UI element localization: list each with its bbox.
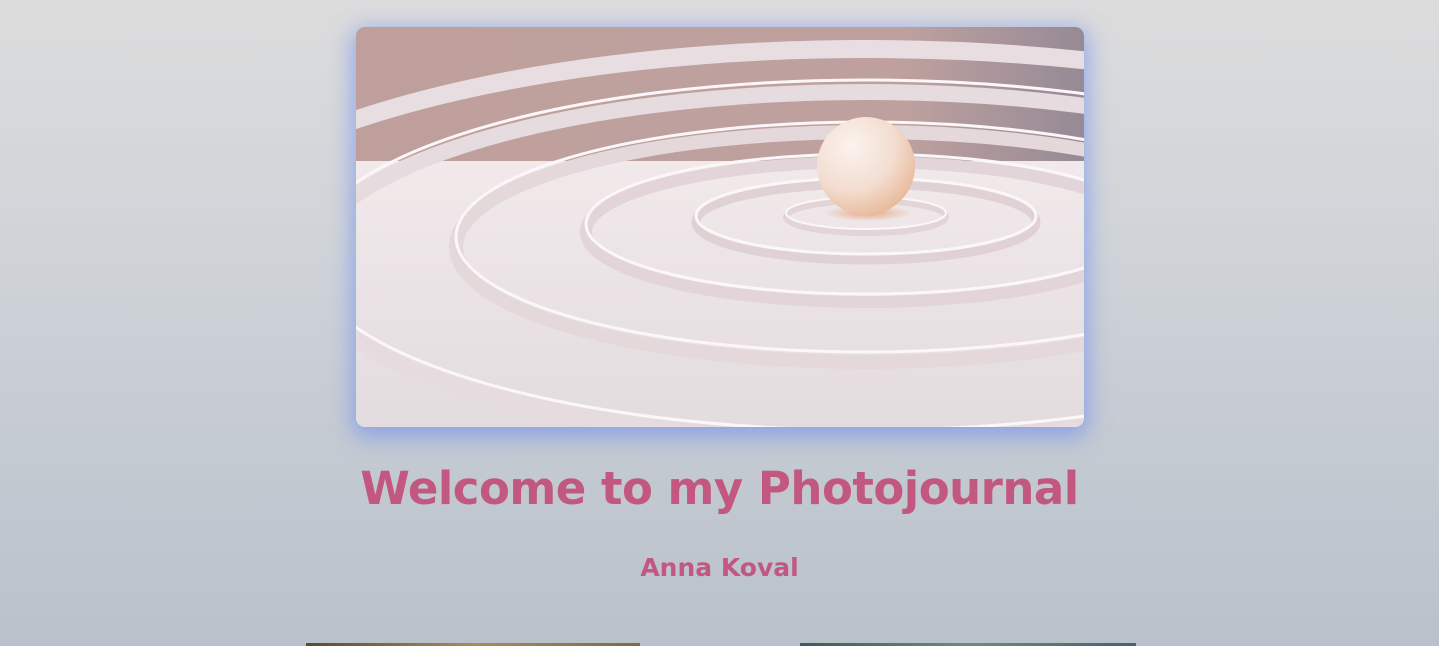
page-title: Welcome to my Photojournal <box>360 462 1079 515</box>
ripple-sphere-image <box>356 27 1084 427</box>
hero-image <box>356 27 1084 427</box>
author-name: Anna Koval <box>640 553 799 582</box>
